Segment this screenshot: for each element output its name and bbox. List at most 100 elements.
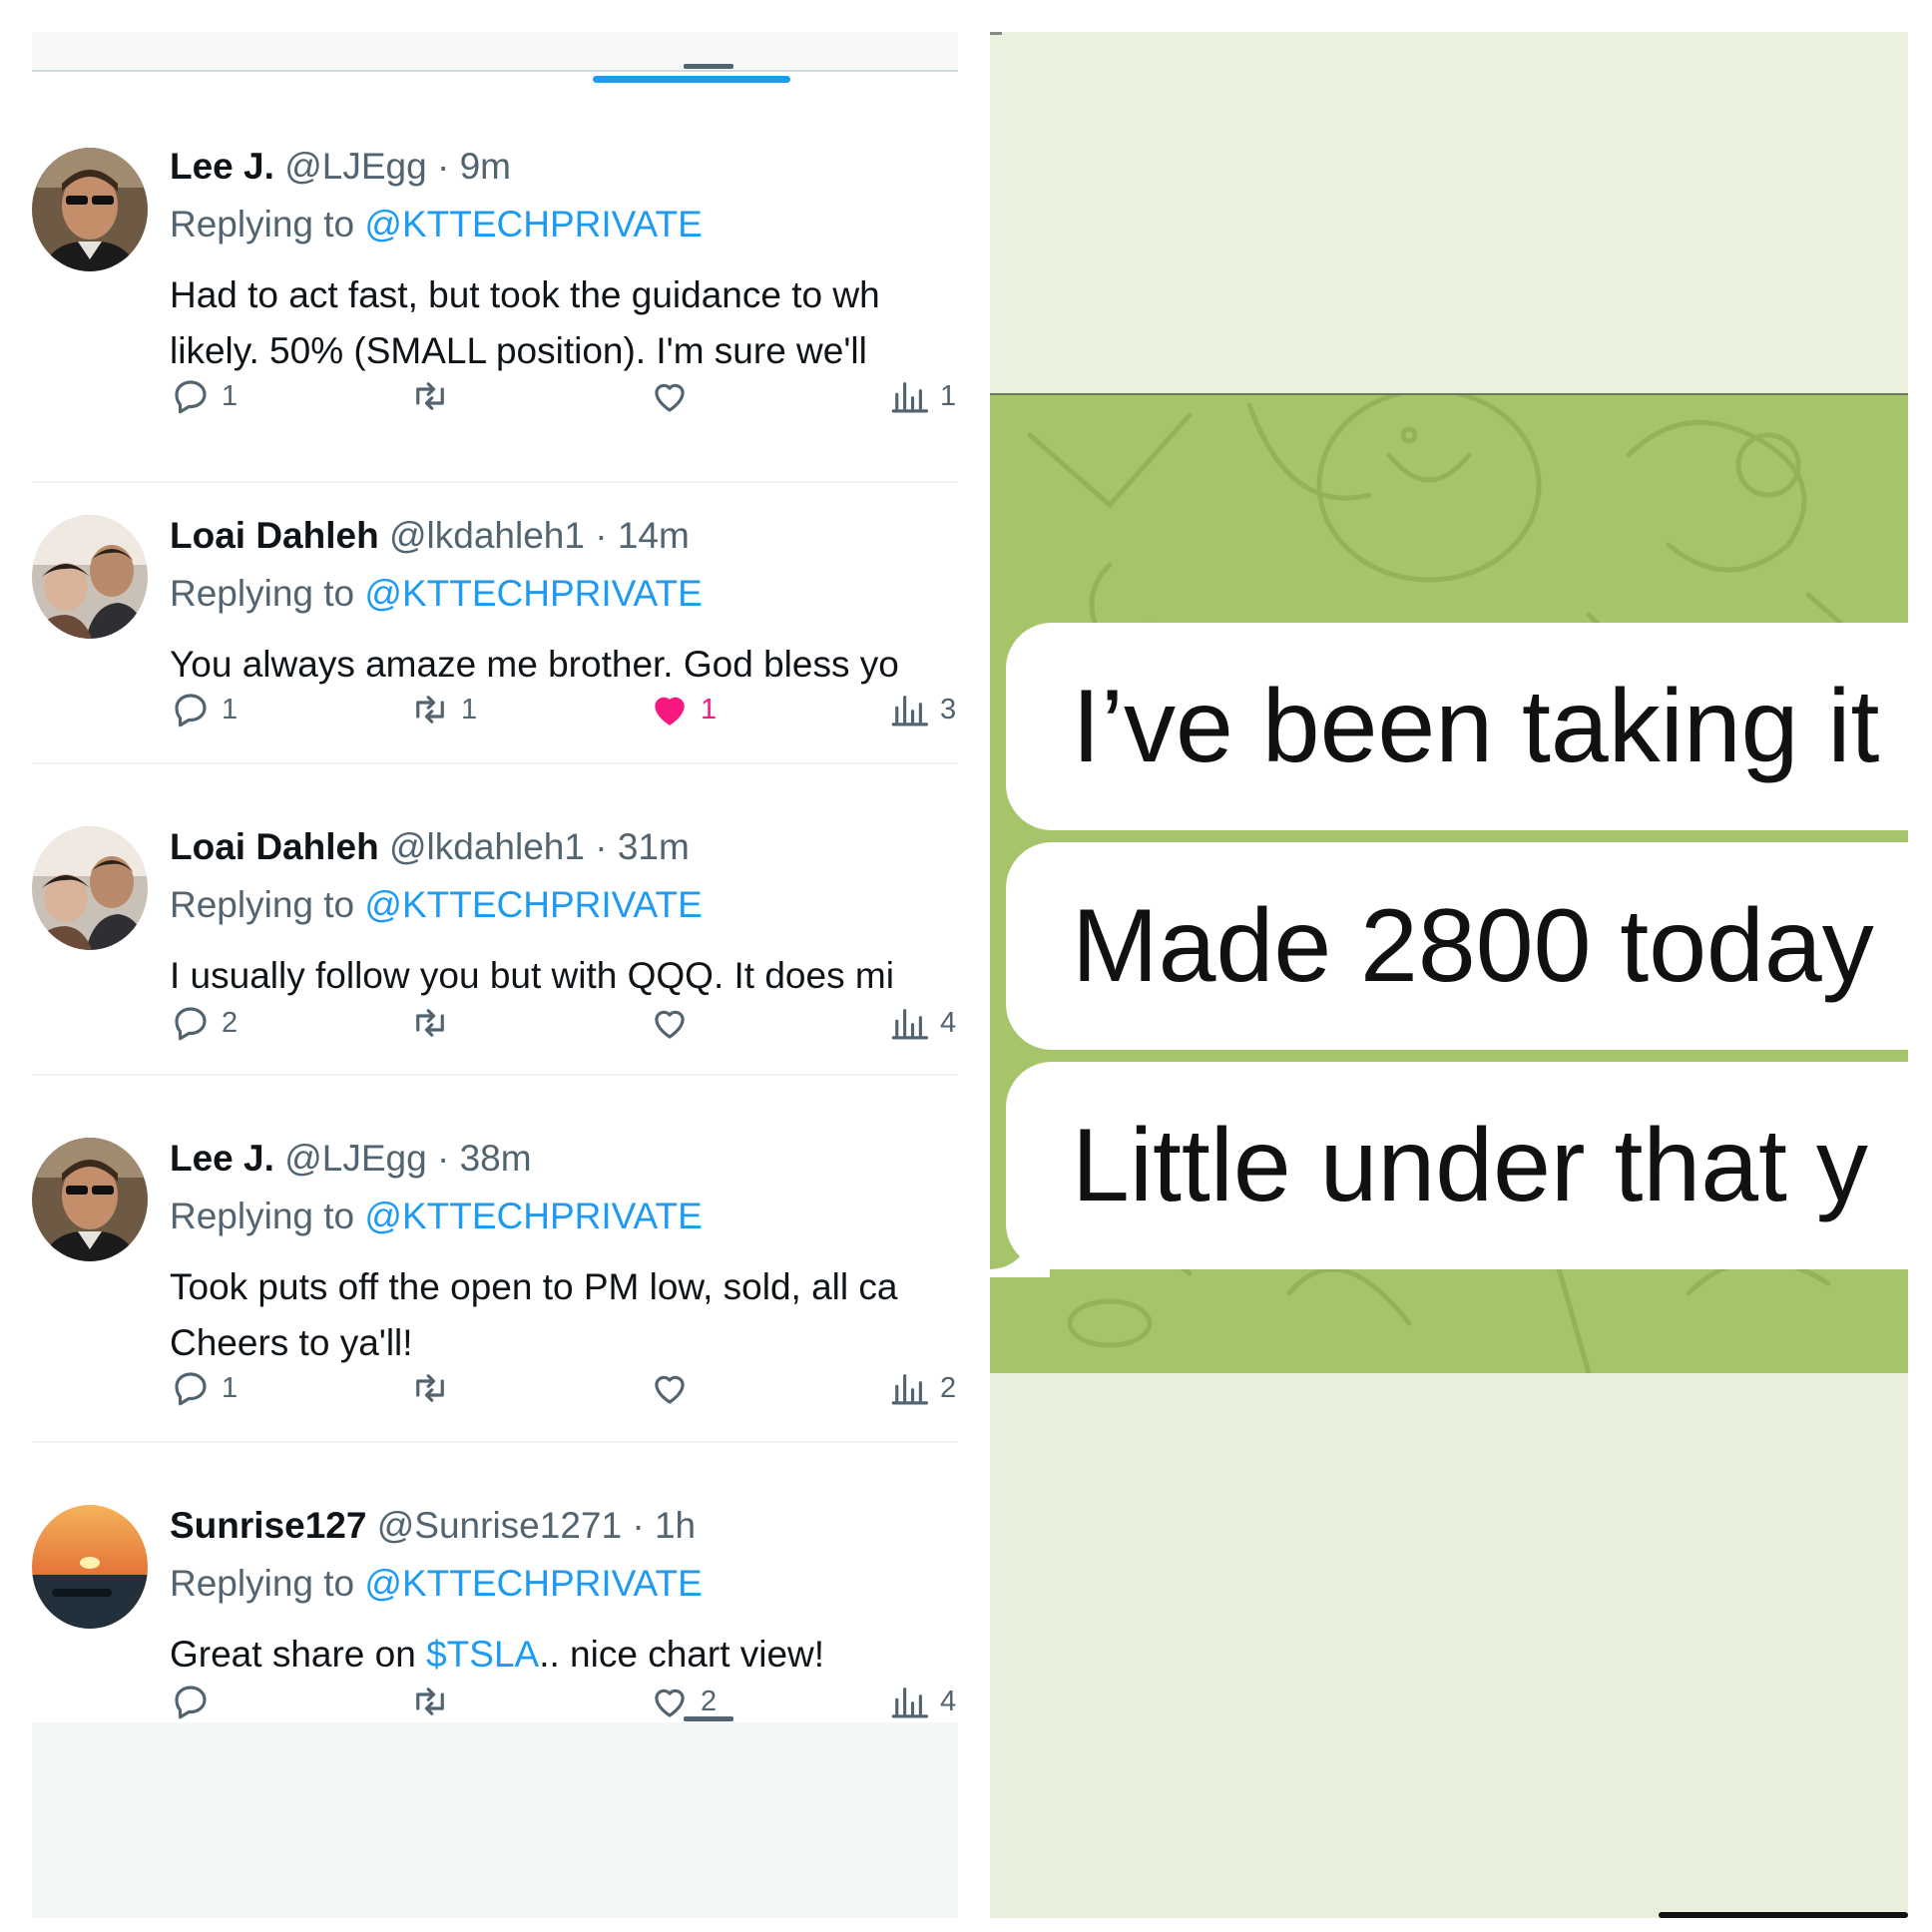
tweet-text: Took puts off the open to PM low, sold, …	[170, 1259, 958, 1371]
like-button[interactable]	[649, 998, 701, 1048]
reply-icon	[175, 1372, 207, 1406]
views-icon	[891, 696, 929, 726]
timestamp[interactable]: 31m	[618, 826, 690, 867]
avatar[interactable]	[32, 515, 148, 639]
views-icon	[891, 382, 929, 413]
views-count: 4	[940, 1685, 957, 1717]
retweet-count: 1	[461, 693, 478, 725]
reply-count: 2	[222, 1006, 239, 1039]
avatar[interactable]	[32, 148, 148, 271]
avatar[interactable]	[32, 1505, 148, 1629]
views-button[interactable]: 3	[888, 685, 956, 734]
replying-to-label: Replying to	[170, 204, 355, 244]
user-handle[interactable]: @LJEgg	[284, 146, 426, 187]
timestamp[interactable]: 14m	[618, 515, 690, 556]
retweet-icon	[416, 1009, 444, 1037]
timestamp[interactable]: 9m	[460, 146, 511, 187]
retweet-icon	[416, 1688, 444, 1715]
like-count: 2	[701, 1685, 718, 1717]
views-button[interactable]: 4	[888, 1677, 956, 1726]
home-indicator	[1659, 1912, 1908, 1918]
replying-to-label: Replying to	[170, 1196, 355, 1236]
retweet-button[interactable]	[409, 998, 461, 1048]
tweet[interactable]: Sunrise127 @Sunrise1271 · 1h Replying to…	[32, 1441, 958, 1754]
reply-button[interactable]	[170, 1677, 222, 1726]
tweet[interactable]: Loai Dahleh @lkdahleh1 · 31m Replying to…	[32, 762, 958, 1076]
scroll-grip	[684, 64, 733, 69]
replying-to-label: Replying to	[170, 573, 355, 614]
user-handle[interactable]: @lkdahleh1	[389, 826, 585, 867]
reply-icon	[175, 1007, 207, 1041]
reply-button[interactable]: 1	[170, 371, 238, 421]
display-name[interactable]: Lee J.	[170, 1138, 274, 1179]
views-icon	[891, 1374, 929, 1405]
views-button[interactable]: 2	[888, 1363, 956, 1413]
views-button[interactable]: 1	[888, 371, 956, 421]
reply-icon	[175, 380, 207, 414]
heart-icon	[655, 1375, 685, 1404]
timestamp[interactable]: 1h	[655, 1505, 696, 1546]
replying-to-handle[interactable]: @KTTECHPRIVATE	[364, 1563, 702, 1604]
retweet-button[interactable]	[409, 371, 461, 421]
reply-button[interactable]: 2	[170, 998, 238, 1048]
top-bar	[32, 32, 958, 72]
replying-to-label: Replying to	[170, 884, 355, 925]
replying-to-label: Replying to	[170, 1563, 355, 1604]
blurred-footer	[32, 1722, 958, 1918]
views-count: 2	[940, 1371, 957, 1404]
timestamp[interactable]: 38m	[460, 1138, 532, 1179]
retweet-icon	[416, 382, 444, 410]
views-icon	[891, 1688, 929, 1718]
message-bubble[interactable]: Little under that y	[1006, 1062, 1908, 1269]
display-name[interactable]: Loai Dahleh	[170, 515, 379, 556]
display-name[interactable]: Lee J.	[170, 146, 274, 187]
display-name[interactable]: Loai Dahleh	[170, 826, 379, 867]
cashtag-link[interactable]: $TSLA	[426, 1634, 539, 1675]
message-text: Made 2800 today	[1072, 888, 1874, 1004]
reply-count: 1	[222, 1371, 239, 1404]
bottom-grip	[684, 1716, 733, 1721]
tweet[interactable]: Loai Dahleh @lkdahleh1 · 14m Replying to…	[32, 451, 958, 764]
bubble-tail	[990, 1217, 1050, 1277]
like-button[interactable]	[649, 371, 701, 421]
message-bubble[interactable]: I’ve been taking it	[1006, 623, 1908, 830]
reply-icon	[175, 694, 207, 727]
like-button[interactable]	[649, 1363, 701, 1413]
avatar[interactable]	[32, 826, 148, 950]
views-count: 4	[940, 1006, 957, 1039]
views-count: 1	[940, 379, 957, 412]
views-button[interactable]: 4	[888, 998, 956, 1048]
replying-to-handle[interactable]: @KTTECHPRIVATE	[364, 884, 702, 925]
reply-button[interactable]: 1	[170, 1363, 238, 1413]
display-name[interactable]: Sunrise127	[170, 1505, 366, 1546]
views-count: 3	[940, 693, 957, 725]
replying-to-handle[interactable]: @KTTECHPRIVATE	[364, 573, 702, 614]
tweet-text-segment: Great share on	[170, 1634, 427, 1675]
message-bubble[interactable]: Made 2800 today	[1006, 842, 1908, 1050]
user-handle[interactable]: @LJEgg	[284, 1138, 426, 1179]
tweet-text-line: Took puts off the open to PM low, sold, …	[170, 1266, 898, 1307]
twitter-replies-panel: Lee J. @LJEgg · 9m Replying to @KTTECHPR…	[32, 32, 958, 1918]
tweet-text: Great share on $TSLA.. nice chart view!	[170, 1627, 958, 1683]
blurred-top-area	[990, 32, 1908, 391]
user-handle[interactable]: @Sunrise1271	[377, 1505, 622, 1546]
message-text: I’ve been taking it	[1072, 669, 1880, 784]
user-handle[interactable]: @lkdahleh1	[389, 515, 585, 556]
replying-to-handle[interactable]: @KTTECHPRIVATE	[364, 1196, 702, 1236]
retweet-icon	[416, 696, 444, 724]
corner-tick	[990, 32, 1002, 35]
reply-button[interactable]: 1	[170, 685, 238, 734]
avatar[interactable]	[32, 1138, 148, 1261]
tweet[interactable]: Lee J. @LJEgg · 38m Replying to @KTTECHP…	[32, 1074, 958, 1443]
retweet-button[interactable]	[409, 1677, 461, 1726]
retweet-button[interactable]	[409, 1363, 461, 1413]
telegram-chat-panel: I’ve been taking it Made 2800 today Litt…	[990, 32, 1908, 1918]
heart-icon	[655, 1010, 685, 1039]
replying-to-handle[interactable]: @KTTECHPRIVATE	[364, 204, 702, 244]
retweet-button[interactable]: 1	[409, 685, 477, 734]
like-button[interactable]: 1	[649, 685, 717, 734]
tweet[interactable]: Lee J. @LJEgg · 9m Replying to @KTTECHPR…	[32, 82, 958, 483]
tweet-text-line: I usually follow you but with QQQ. It do…	[170, 955, 894, 996]
tweet-text: Had to act fast, but took the guidance t…	[170, 267, 958, 379]
views-icon	[891, 1009, 929, 1040]
